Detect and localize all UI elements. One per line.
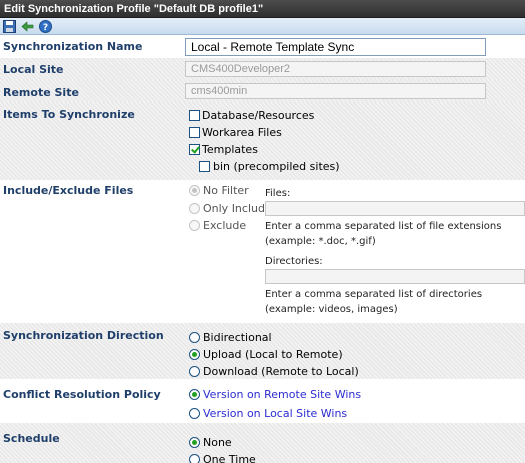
files-label: Files: xyxy=(265,188,291,199)
no-filter-radio[interactable] xyxy=(189,185,200,196)
row-items-to-sync: Items To Synchronize Database/Resources … xyxy=(0,102,525,180)
templates-checkbox[interactable] xyxy=(189,144,200,155)
download-label: Download (Remote to Local) xyxy=(203,365,359,378)
directories-hint: Enter a comma separated list of director… xyxy=(265,289,483,300)
conflict-policy-label: Conflict Resolution Policy xyxy=(3,388,161,401)
sync-direction-label: Synchronization Direction xyxy=(3,329,164,342)
schedule-label: Schedule xyxy=(3,432,60,445)
row-remote-site: Remote Site xyxy=(0,80,525,102)
only-include-label: Only Include xyxy=(203,202,272,215)
row-include-exclude: Include/Exclude Files No Filter Only Inc… xyxy=(0,180,525,323)
directories-label: Directories: xyxy=(265,256,323,267)
database-resources-checkbox[interactable] xyxy=(189,110,200,121)
upload-label: Upload (Local to Remote) xyxy=(203,348,343,361)
workarea-files-label: Workarea Files xyxy=(202,126,282,139)
items-to-sync-label: Items To Synchronize xyxy=(3,108,135,121)
remote-wins-radio[interactable] xyxy=(189,389,200,400)
schedule-onetime-label: One Time xyxy=(203,453,256,463)
include-exclude-label: Include/Exclude Files xyxy=(3,184,134,197)
files-input xyxy=(265,201,525,216)
files-hint: Enter a comma separated list of file ext… xyxy=(265,221,502,232)
workarea-files-checkbox[interactable] xyxy=(189,127,200,138)
exclude-radio[interactable] xyxy=(189,220,200,231)
bidirectional-radio[interactable] xyxy=(189,332,200,343)
no-filter-label: No Filter xyxy=(203,184,249,197)
row-sync-direction: Synchronization Direction Bidirectional … xyxy=(0,323,525,379)
only-include-radio[interactable] xyxy=(189,203,200,214)
schedule-none-label: None xyxy=(203,436,232,449)
remote-site-field xyxy=(185,83,486,99)
schedule-none-radio[interactable] xyxy=(189,437,200,448)
local-site-label: Local Site xyxy=(3,63,64,76)
templates-label: Templates xyxy=(202,143,258,156)
local-wins-label[interactable]: Version on Local Site Wins xyxy=(203,407,347,420)
back-arrow-icon[interactable] xyxy=(21,20,34,33)
download-radio[interactable] xyxy=(189,366,200,377)
sync-name-input[interactable] xyxy=(185,38,486,56)
window-title: Edit Synchronization Profile "Default DB… xyxy=(0,0,525,18)
remote-wins-label[interactable]: Version on Remote Site Wins xyxy=(203,388,361,401)
local-site-field xyxy=(185,61,486,77)
local-wins-radio[interactable] xyxy=(189,408,200,419)
row-conflict-policy: Conflict Resolution Policy Version on Re… xyxy=(0,379,525,423)
exclude-label: Exclude xyxy=(203,219,247,232)
help-icon[interactable]: ? xyxy=(39,20,52,33)
database-resources-label: Database/Resources xyxy=(202,109,315,122)
sync-name-label: Synchronization Name xyxy=(3,40,143,53)
toolbar: ? xyxy=(0,18,525,35)
row-local-site: Local Site xyxy=(0,58,525,80)
profile-form: Synchronization Name Local Site Remote S… xyxy=(0,36,525,463)
row-schedule: Schedule None One Time xyxy=(0,423,525,463)
directories-example: (example: videos, images) xyxy=(265,304,398,315)
upload-radio[interactable] xyxy=(189,349,200,360)
row-sync-name: Synchronization Name xyxy=(0,36,525,58)
svg-text:?: ? xyxy=(43,23,48,33)
save-icon[interactable] xyxy=(3,20,16,33)
files-example: (example: *.doc, *.gif) xyxy=(265,236,376,247)
remote-site-label: Remote Site xyxy=(3,86,79,99)
schedule-onetime-radio[interactable] xyxy=(189,454,200,463)
bin-precompiled-label: bin (precompiled sites) xyxy=(213,160,340,173)
bin-precompiled-checkbox[interactable] xyxy=(199,161,210,172)
directories-input xyxy=(265,269,525,284)
bidirectional-label: Bidirectional xyxy=(203,331,272,344)
